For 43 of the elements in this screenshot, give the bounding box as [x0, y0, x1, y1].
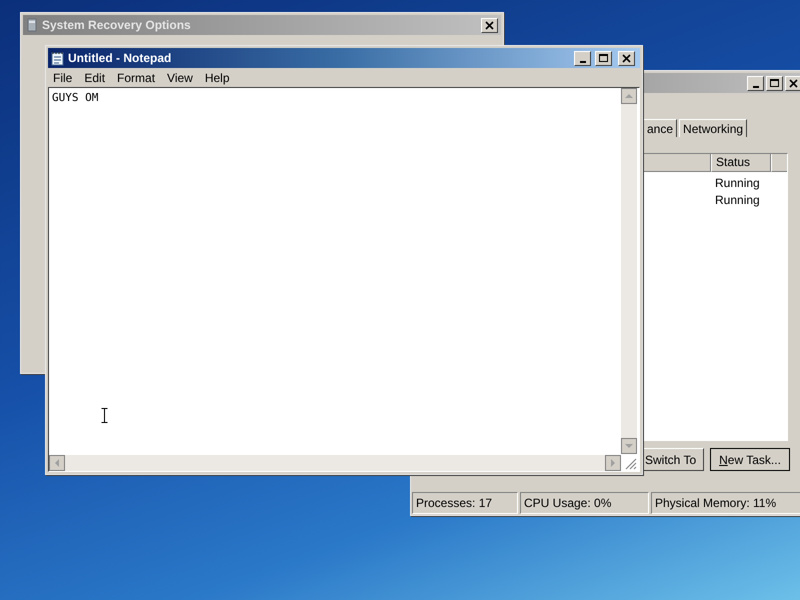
close-icon [484, 20, 495, 30]
text-cursor-icon [101, 408, 108, 423]
close-icon [621, 52, 632, 64]
minimize-button[interactable] [747, 76, 764, 90]
minimize-icon [752, 86, 758, 88]
maximize-button[interactable] [766, 76, 783, 90]
scroll-right-icon [605, 455, 621, 471]
status-bar-section: CPU Usage: 0% [520, 492, 649, 514]
status-bar-section: Physical Memory: 11% [651, 492, 800, 514]
maximize-button[interactable] [595, 50, 612, 66]
close-button[interactable] [481, 18, 498, 32]
notepad-icon [51, 50, 64, 66]
scroll-down-icon [621, 438, 637, 454]
menu-item[interactable]: Format [111, 68, 162, 86]
menu-item[interactable]: Help [198, 68, 236, 86]
resize-grip-icon [623, 456, 637, 470]
close-icon [788, 78, 799, 88]
scroll-up-icon [621, 88, 637, 104]
tab[interactable]: ance [643, 119, 678, 137]
computer-icon [26, 18, 38, 32]
column-header[interactable]: Status [711, 154, 771, 172]
button[interactable]: New Task... [710, 448, 790, 471]
maximize-icon [769, 78, 780, 88]
scroll-left-icon [49, 455, 65, 471]
text-area[interactable]: GUYS OM [48, 87, 640, 472]
button[interactable]: Switch To [643, 448, 704, 471]
status-bar-section: Processes: 17 [412, 492, 518, 514]
vertical-scrollbar[interactable] [621, 88, 637, 454]
menu-item[interactable]: Edit [78, 68, 112, 86]
maximize-icon [598, 52, 609, 64]
document-text: GUYS OM [52, 90, 98, 106]
window-title: Untitled - Notepad [68, 50, 172, 67]
minimize-icon [580, 60, 586, 62]
menu-item[interactable]: File [47, 68, 78, 86]
minimize-button[interactable] [574, 50, 591, 66]
close-button[interactable] [785, 76, 800, 90]
horizontal-scrollbar[interactable] [49, 455, 621, 471]
tab[interactable]: Networking [679, 119, 748, 137]
table-cell: Running [715, 175, 760, 192]
close-button[interactable] [618, 50, 635, 66]
table-cell: Running [715, 192, 760, 209]
window-title: System Recovery Options [42, 17, 191, 34]
menu-item[interactable]: View [161, 68, 199, 86]
